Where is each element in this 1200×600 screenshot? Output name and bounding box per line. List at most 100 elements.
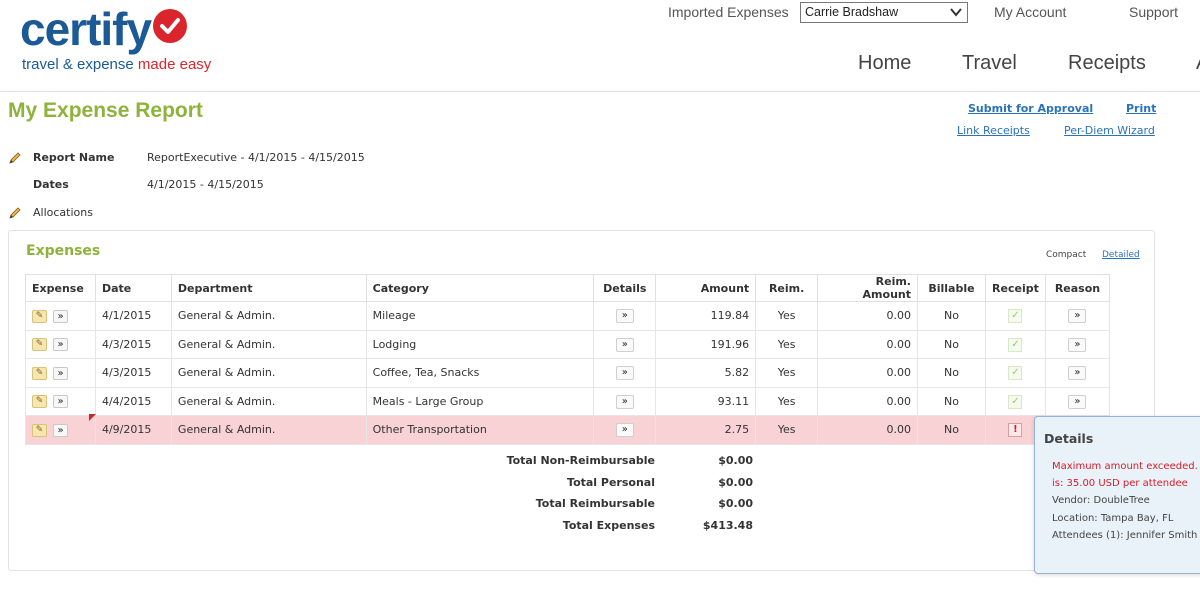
receipt-check-icon[interactable]: ✓ [1008, 337, 1023, 352]
view-compact-toggle[interactable]: Compact [1046, 250, 1086, 260]
cell-receipt: ✓ [984, 358, 1046, 388]
nav-receipts[interactable]: Receipts [1068, 52, 1146, 75]
total-personal-value: $0.00 [718, 476, 753, 489]
col-reim[interactable]: Reim. [755, 274, 819, 302]
table-row[interactable]: ✎» 4/4/2015 General & Admin. Meals - Lar… [25, 386, 1111, 416]
expand-expense-icon[interactable]: » [53, 338, 68, 351]
cell-reim: Yes [755, 415, 819, 445]
total-non-reimbursable-label: Total Non-Reimbursable [506, 454, 655, 467]
cell-receipt: ✓ [984, 301, 1046, 331]
col-billable[interactable]: Billable [916, 274, 986, 302]
edit-expense-icon[interactable]: ✎ [32, 309, 47, 323]
edit-expense-icon[interactable]: ✎ [32, 338, 47, 351]
table-row[interactable]: ✎» 4/3/2015 General & Admin. Lodging » 1… [25, 329, 1111, 359]
logo[interactable]: certify [20, 4, 188, 54]
cell-category: Other Transportation [365, 415, 595, 445]
link-receipts-link[interactable]: Link Receipts [957, 124, 1030, 137]
edit-report-name-icon[interactable] [8, 150, 22, 164]
cell-reason: » [1044, 386, 1111, 416]
cell-reim: Yes [755, 358, 819, 388]
receipt-alert-icon[interactable]: ! [1008, 423, 1023, 438]
reason-expand-icon[interactable]: » [1068, 366, 1087, 381]
popover-warning-line1: Maximum amount exceeded. [1052, 461, 1198, 472]
col-category[interactable]: Category [365, 274, 595, 302]
expense-actions: ✎» [25, 301, 96, 331]
col-department[interactable]: Department [170, 274, 367, 302]
popover-location: Location: Tampa Bay, FL [1052, 513, 1174, 524]
cell-date: 4/3/2015 [94, 329, 172, 359]
my-account-link[interactable]: My Account [994, 4, 1066, 24]
submit-for-approval-link[interactable]: Submit for Approval [968, 102, 1093, 115]
col-expense[interactable]: Expense [25, 274, 96, 302]
cell-amount: 119.84 [655, 301, 757, 331]
table-row[interactable]: ✎» 4/1/2015 General & Admin. Mileage » 1… [25, 301, 1111, 331]
table-header-row: Expense Date Department Category Details… [25, 274, 1111, 302]
nav-home[interactable]: Home [858, 52, 911, 75]
cell-receipt: ✓ [984, 386, 1046, 416]
per-diem-wizard-link[interactable]: Per-Diem Wizard [1064, 124, 1155, 137]
total-non-reimbursable-value: $0.00 [718, 454, 753, 467]
nav-travel[interactable]: Travel [962, 52, 1017, 75]
cell-reim-amount: 0.00 [817, 358, 918, 388]
cell-reim: Yes [755, 301, 819, 331]
expand-expense-icon[interactable]: » [53, 423, 68, 437]
cell-reason: » [1044, 358, 1111, 388]
edit-allocations-icon[interactable] [8, 205, 22, 219]
table-row-flagged[interactable]: ✎» 4/9/2015 General & Admin. Other Trans… [25, 415, 1111, 445]
details-expand-icon[interactable]: » [615, 423, 634, 438]
print-link[interactable]: Print [1126, 102, 1156, 115]
col-details[interactable]: Details [593, 274, 657, 302]
edit-expense-icon[interactable]: ✎ [32, 366, 47, 380]
user-select[interactable]: Carrie Bradshaw [800, 2, 968, 23]
flag-marker-icon [89, 414, 96, 421]
reason-expand-icon[interactable]: » [1068, 309, 1087, 324]
cell-amount: 5.82 [655, 358, 757, 388]
receipt-check-icon[interactable]: ✓ [1008, 309, 1023, 324]
view-detailed-toggle[interactable]: Detailed [1102, 250, 1140, 260]
popover-title: Details [1044, 431, 1094, 446]
report-name-label: Report Name [33, 151, 115, 164]
col-amount[interactable]: Amount [655, 274, 757, 302]
receipt-check-icon[interactable]: ✓ [1008, 366, 1023, 381]
nav-more[interactable]: A [1196, 52, 1200, 75]
receipt-check-icon[interactable]: ✓ [1008, 394, 1023, 409]
edit-expense-icon[interactable]: ✎ [32, 395, 47, 408]
tagline-part1: travel & expense [22, 56, 138, 73]
popover-warning-line2: is: 35.00 USD per attendee [1052, 478, 1188, 489]
total-expenses-label: Total Expenses [562, 519, 655, 532]
col-reim-amount[interactable]: Reim. Amount [817, 274, 918, 302]
details-expand-icon[interactable]: » [615, 309, 634, 324]
cell-reim-amount: 0.00 [817, 386, 918, 416]
col-reason[interactable]: Reason [1044, 274, 1111, 302]
cell-receipt: ✓ [984, 329, 1046, 359]
cell-department: General & Admin. [170, 301, 367, 331]
col-date[interactable]: Date [94, 274, 172, 302]
cell-details: » [593, 386, 657, 416]
expand-expense-icon[interactable]: » [53, 395, 68, 408]
reason-expand-icon[interactable]: » [1068, 337, 1087, 352]
support-link[interactable]: Support [1129, 4, 1178, 24]
cell-category: Meals - Large Group [365, 386, 595, 416]
dates-value: 4/1/2015 - 4/15/2015 [147, 178, 264, 191]
expand-expense-icon[interactable]: » [53, 366, 68, 380]
expense-actions: ✎» [25, 415, 96, 445]
cell-category: Mileage [365, 301, 595, 331]
details-expand-icon[interactable]: » [615, 366, 634, 381]
edit-expense-icon[interactable]: ✎ [32, 423, 47, 437]
cell-details: » [593, 301, 657, 331]
cell-billable: No [916, 329, 986, 359]
expand-expense-icon[interactable]: » [53, 309, 68, 323]
dates-label: Dates [33, 178, 69, 191]
imported-expenses-link[interactable]: Imported Expenses [668, 4, 789, 24]
cell-details: » [593, 415, 657, 445]
cell-reim-amount: 0.00 [817, 415, 918, 445]
expense-actions: ✎» [25, 386, 96, 416]
reason-expand-icon[interactable]: » [1068, 394, 1087, 409]
col-receipt[interactable]: Receipt [984, 274, 1046, 302]
details-expand-icon[interactable]: » [615, 394, 634, 409]
table-row[interactable]: ✎» 4/3/2015 General & Admin. Coffee, Tea… [25, 358, 1111, 388]
cell-details: » [593, 358, 657, 388]
cell-amount: 191.96 [655, 329, 757, 359]
logo-check-icon [153, 9, 188, 43]
details-expand-icon[interactable]: » [615, 337, 634, 352]
